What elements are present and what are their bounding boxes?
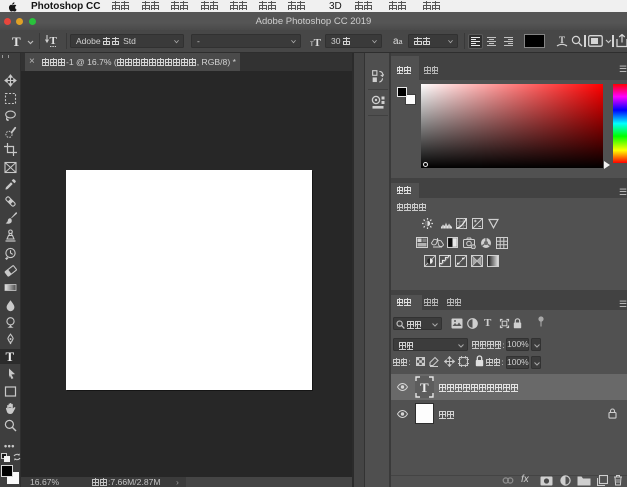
svg-text:T: T: [559, 35, 565, 45]
svg-text:T: T: [50, 35, 58, 47]
svg-text:T: T: [420, 380, 429, 395]
